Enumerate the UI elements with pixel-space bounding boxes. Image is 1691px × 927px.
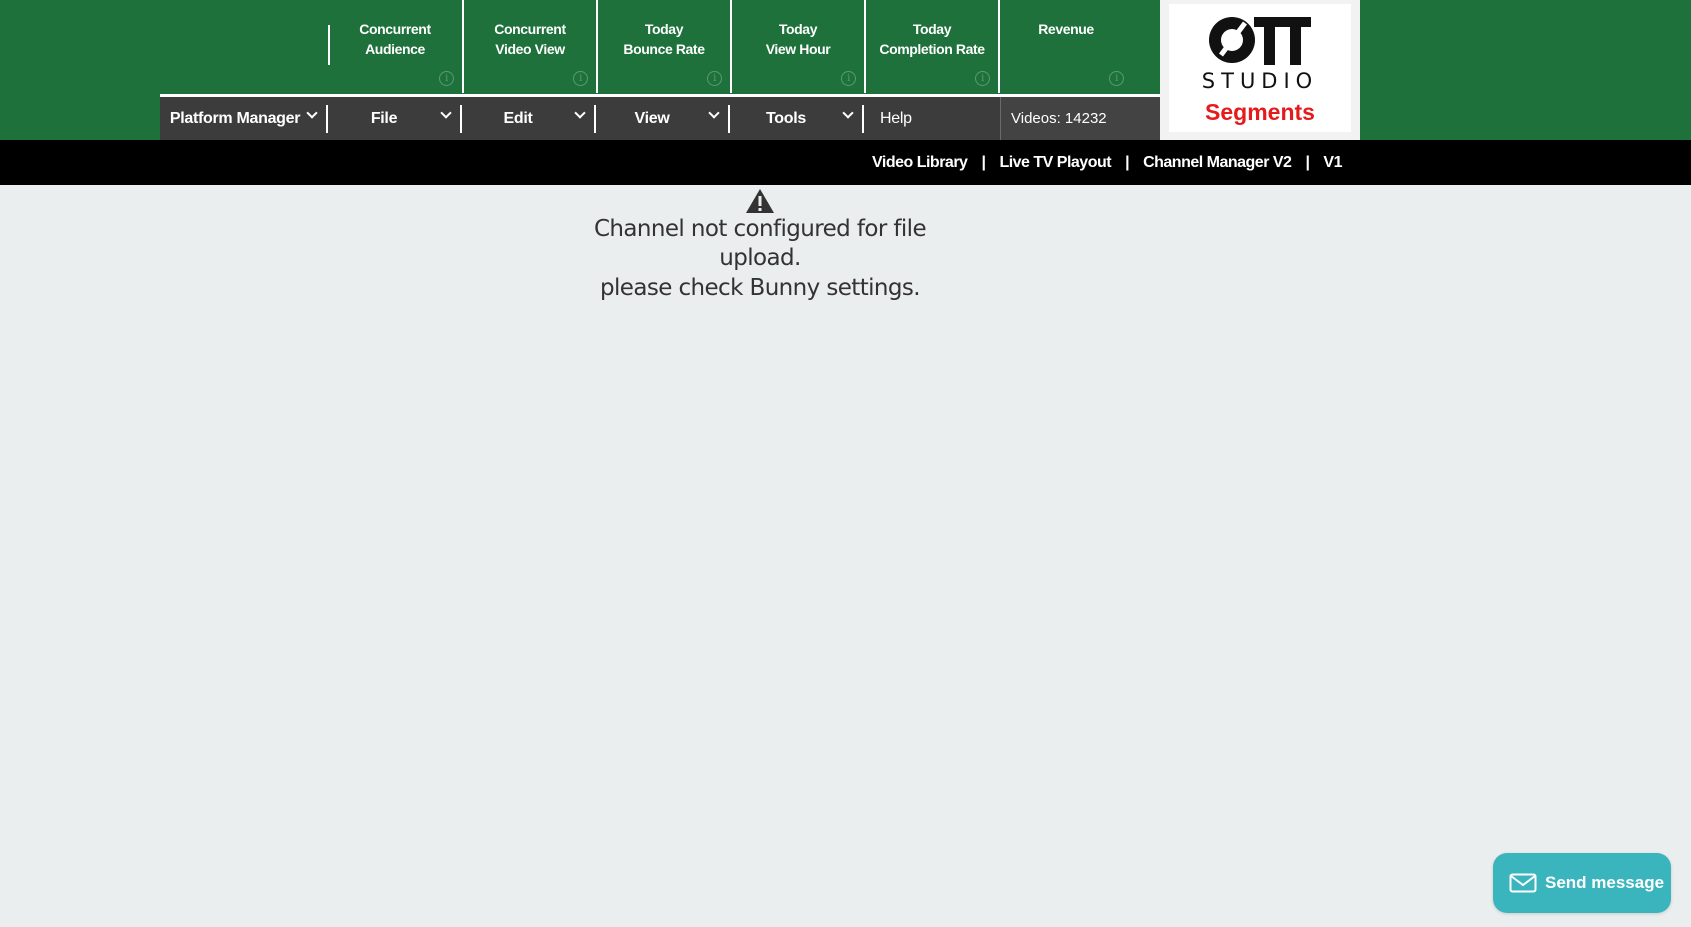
menu-view[interactable]: View	[596, 97, 730, 140]
warning-message: Channel not configured for file upload. …	[560, 188, 960, 303]
logo-studio-text: STUDIO	[1201, 69, 1319, 93]
info-icon[interactable]: i	[975, 71, 990, 86]
menu-label: File	[370, 109, 398, 127]
nav-separator: |	[1125, 153, 1130, 171]
warning-line-2: please check Bunny settings.	[600, 275, 921, 301]
info-icon[interactable]: i	[1109, 71, 1124, 86]
info-icon[interactable]: i	[707, 71, 722, 86]
metric-label-line1: Revenue	[1038, 21, 1094, 37]
ott-logo-mark	[1209, 17, 1311, 65]
metric-concurrent-audience[interactable]: Concurrent Audience i	[328, 0, 462, 93]
metric-label-line1: Today	[912, 21, 952, 37]
nav-channel-manager-v2[interactable]: Channel Manager V2	[1143, 154, 1292, 172]
menu-label: Platform Manager	[169, 109, 301, 127]
info-icon[interactable]: i	[439, 71, 454, 86]
chevron-down-icon	[708, 107, 720, 119]
metric-label-line2: Video View	[495, 41, 565, 57]
send-message-label: Send message	[1545, 873, 1665, 892]
chevron-down-icon	[842, 107, 854, 119]
menu-label: Edit	[503, 109, 533, 127]
send-message-button[interactable]: Send message	[1493, 853, 1671, 913]
videos-count: Videos: 14232	[1000, 97, 1160, 140]
chevron-down-icon	[574, 107, 586, 119]
metric-label-line2: Completion Rate	[879, 41, 985, 57]
nav-separator: |	[981, 153, 986, 171]
nav-links: Video Library | Live TV Playout | Channe…	[872, 140, 1343, 185]
warning-line-1: Channel not configured for file upload.	[593, 216, 927, 271]
metric-label-line1: Concurrent	[359, 21, 431, 37]
menu-file[interactable]: File	[328, 97, 462, 140]
nav-v1[interactable]: V1	[1323, 154, 1342, 172]
metric-concurrent-video-view[interactable]: Concurrent Video View i	[462, 0, 596, 93]
nav-separator: |	[1305, 153, 1310, 171]
secondary-nav: Video Library | Live TV Playout | Channe…	[0, 140, 1691, 185]
metric-label-line1: Today	[778, 21, 818, 37]
nav-live-tv-playout[interactable]: Live TV Playout	[999, 154, 1111, 172]
brand-logo[interactable]: STUDIO Segments	[1160, 0, 1360, 140]
menu-tools[interactable]: Tools	[730, 97, 864, 140]
menu-label: Help	[880, 109, 912, 127]
metric-revenue[interactable]: Revenue i	[998, 0, 1132, 93]
logo-segments-text: Segments	[1205, 99, 1315, 125]
warning-triangle-icon	[746, 189, 774, 213]
envelope-icon	[1509, 873, 1537, 893]
menu-platform-manager[interactable]: Platform Manager	[160, 97, 328, 140]
metric-label-line2: View Hour	[765, 41, 831, 57]
chevron-down-icon	[306, 107, 318, 119]
logo-panel: STUDIO Segments	[1169, 4, 1351, 132]
menu-bar: Platform Manager File Edit View Tools He…	[160, 94, 1160, 140]
info-icon[interactable]: i	[841, 71, 856, 86]
menu-label: Tools	[766, 109, 806, 127]
chevron-down-icon	[440, 107, 452, 119]
metric-today-view-hour[interactable]: Today View Hour i	[730, 0, 864, 93]
metric-today-bounce-rate[interactable]: Today Bounce Rate i	[596, 0, 730, 93]
nav-video-library[interactable]: Video Library	[872, 154, 968, 172]
metric-label-line1: Concurrent	[494, 21, 566, 37]
metric-label-line2: Bounce Rate	[623, 41, 705, 57]
info-icon[interactable]: i	[573, 71, 588, 86]
metric-label-line2: Audience	[365, 41, 425, 57]
metrics-bar: Concurrent Audience i Concurrent Video V…	[328, 0, 1132, 93]
metric-label-line1: Today	[644, 21, 684, 37]
metric-today-completion-rate[interactable]: Today Completion Rate i	[864, 0, 998, 93]
menu-label: View	[634, 109, 670, 127]
menu-edit[interactable]: Edit	[462, 97, 596, 140]
menu-help[interactable]: Help	[864, 97, 1000, 140]
